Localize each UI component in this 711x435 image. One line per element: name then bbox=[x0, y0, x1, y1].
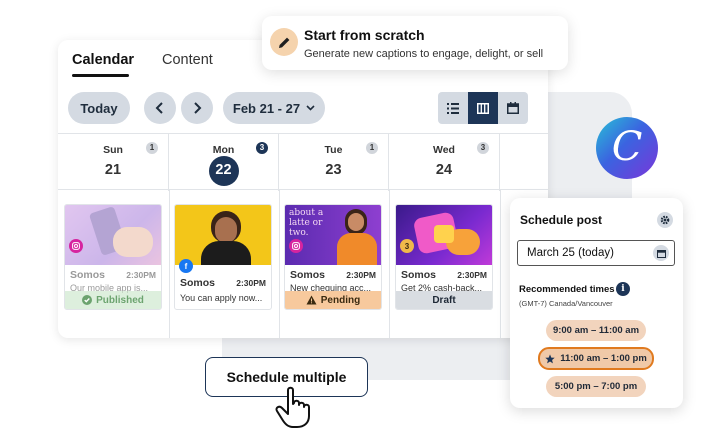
schedule-post-panel: Schedule post March 25 (today) Recommend… bbox=[510, 198, 683, 408]
post-count-badge: 1 bbox=[146, 142, 158, 154]
next-week-button[interactable] bbox=[181, 92, 213, 124]
post-caption: You can apply now... bbox=[180, 293, 263, 303]
calendar-toolbar: Today Feb 21 - 27 bbox=[58, 92, 548, 128]
post-card[interactable]: f Somos 2:30PM You can apply now... bbox=[174, 204, 272, 310]
status-label: Draft bbox=[432, 294, 456, 306]
post-grid: Somos 2:30PM Our mobile app is... Publis… bbox=[58, 190, 548, 338]
date-value: March 25 (today) bbox=[527, 247, 614, 259]
schedule-title: Schedule post bbox=[520, 213, 603, 227]
date-range-dropdown[interactable]: Feb 21 - 27 bbox=[223, 92, 325, 124]
time-slot-label: 5:00 pm – 7:00 pm bbox=[554, 381, 638, 392]
tab-content[interactable]: Content bbox=[162, 52, 213, 68]
post-count-badge: 1 bbox=[366, 142, 378, 154]
calendar-icon bbox=[507, 102, 519, 114]
month-view-button[interactable] bbox=[498, 92, 528, 124]
post-brand: Somos bbox=[290, 269, 326, 281]
post-thumbnail bbox=[65, 205, 161, 265]
logo-letter: C bbox=[611, 124, 643, 170]
star-icon bbox=[545, 353, 555, 363]
date-range-label: Feb 21 - 27 bbox=[232, 100, 301, 116]
status-badge: Draft bbox=[396, 291, 492, 309]
recommended-times-label: Recommended times bbox=[519, 284, 615, 295]
timezone-label: (GMT-7) Canada/Vancouver bbox=[519, 299, 613, 308]
calendar-icon bbox=[656, 249, 666, 258]
post-card-draft[interactable]: 3 Somos 2:30PM Get 2% cash-back... Draft bbox=[395, 204, 493, 310]
gear-icon bbox=[660, 215, 670, 225]
column-divider bbox=[279, 190, 280, 338]
stacked-posts-icon: 3 bbox=[400, 239, 414, 253]
day-header-wed[interactable]: Wed 24 3 bbox=[389, 134, 500, 191]
post-time: 2:30PM bbox=[236, 278, 266, 288]
warning-icon bbox=[306, 295, 317, 305]
today-button[interactable]: Today bbox=[68, 92, 130, 124]
post-thumbnail bbox=[175, 205, 271, 265]
active-tab-indicator bbox=[72, 74, 129, 77]
post-card-pending[interactable]: about a latte or two. Somos 2:30PM New c… bbox=[284, 204, 382, 310]
week-view-button[interactable] bbox=[468, 92, 498, 124]
time-slot[interactable]: 9:00 am – 11:00 am bbox=[546, 320, 646, 341]
column-divider bbox=[500, 190, 501, 338]
column-divider bbox=[169, 190, 170, 338]
post-count-badge: 3 bbox=[477, 142, 489, 154]
start-from-scratch-card[interactable]: Start from scratch Generate new captions… bbox=[262, 16, 568, 70]
list-icon bbox=[447, 102, 459, 114]
time-slot-selected[interactable]: 11:00 am – 1:00 pm bbox=[538, 347, 654, 370]
chevron-left-icon bbox=[155, 102, 163, 114]
schedule-date-field[interactable]: March 25 (today) bbox=[517, 240, 675, 266]
instagram-icon bbox=[289, 239, 303, 253]
day-number: 22 bbox=[215, 162, 232, 178]
day-header-tue[interactable]: Tue 23 1 bbox=[279, 134, 389, 191]
check-circle-icon bbox=[82, 295, 93, 305]
canva-logo: C bbox=[596, 117, 658, 179]
day-number: 21 bbox=[104, 162, 122, 178]
post-brand: Somos bbox=[70, 269, 106, 281]
pencil-icon bbox=[270, 28, 298, 56]
day-header-mon[interactable]: Mon 22 3 bbox=[169, 134, 279, 191]
settings-button[interactable] bbox=[657, 212, 673, 228]
tab-calendar[interactable]: Calendar bbox=[72, 52, 134, 68]
post-thumbnail: about a latte or two. bbox=[285, 205, 381, 265]
time-slot-label: 11:00 am – 1:00 pm bbox=[560, 353, 647, 364]
info-icon[interactable]: i bbox=[616, 282, 630, 296]
facebook-icon: f bbox=[179, 259, 193, 273]
post-thumbnail bbox=[396, 205, 492, 265]
post-time: 2:30PM bbox=[126, 270, 156, 280]
status-badge: Pending bbox=[285, 291, 381, 309]
time-slot-label: 9:00 am – 11:00 am bbox=[552, 325, 640, 336]
chevron-right-icon bbox=[194, 102, 202, 114]
pointer-hand-icon bbox=[275, 386, 310, 428]
scratch-title: Start from scratch bbox=[304, 27, 425, 43]
status-label: Pending bbox=[320, 294, 361, 306]
scratch-subtitle: Generate new captions to engage, delight… bbox=[304, 48, 544, 60]
post-count-badge: 3 bbox=[256, 142, 268, 154]
week-day-headers: Sun 21 1 Mon 22 3 Tue 23 1 Wed 24 3 bbox=[58, 133, 548, 191]
columns-icon bbox=[477, 102, 489, 114]
post-card-published[interactable]: Somos 2:30PM Our mobile app is... Publis… bbox=[64, 204, 162, 310]
post-brand: Somos bbox=[401, 269, 437, 281]
day-number: 24 bbox=[435, 162, 453, 178]
calendar-panel: Calendar Content Today Feb 21 - 27 Sun 2… bbox=[58, 40, 548, 338]
instagram-icon bbox=[69, 239, 83, 253]
list-view-button[interactable] bbox=[438, 92, 468, 124]
date-picker-button[interactable] bbox=[653, 245, 669, 261]
post-time: 2:30PM bbox=[457, 270, 487, 280]
time-slot[interactable]: 5:00 pm – 7:00 pm bbox=[546, 376, 646, 397]
post-time: 2:30PM bbox=[346, 270, 376, 280]
day-header-sun[interactable]: Sun 21 1 bbox=[58, 134, 169, 191]
post-brand: Somos bbox=[180, 277, 216, 289]
column-divider bbox=[389, 190, 390, 338]
thumbnail-caption: about a latte or two. bbox=[289, 208, 324, 238]
previous-week-button[interactable] bbox=[144, 92, 176, 124]
day-number: 23 bbox=[325, 162, 342, 178]
status-label: Published bbox=[96, 294, 144, 306]
chevron-down-icon bbox=[306, 105, 315, 111]
status-badge: Published bbox=[65, 291, 161, 309]
